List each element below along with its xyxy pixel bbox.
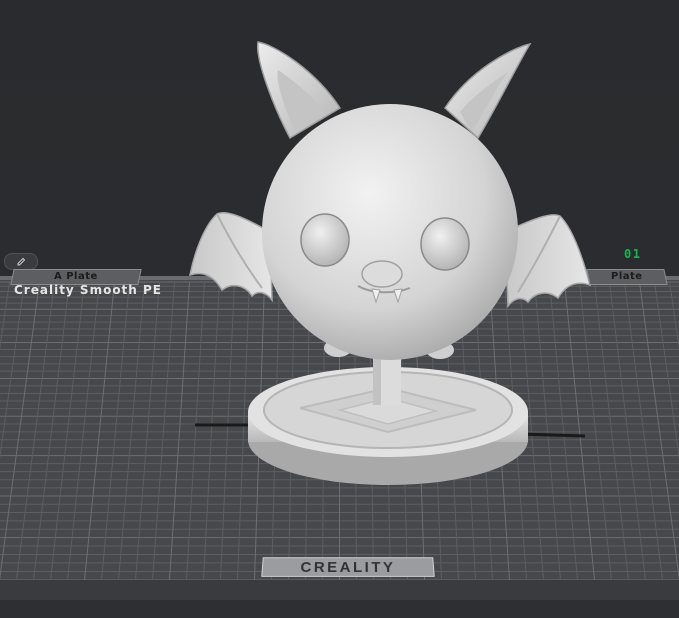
3d-viewport[interactable]: A Plate Plate Creality Smooth PE 01 CREA… [0,0,679,618]
plate-tab-left-label: A Plate [54,271,98,282]
shadow-right [519,432,586,438]
edit-plate-button[interactable] [4,253,38,270]
build-scene[interactable] [0,0,679,618]
plate-front-edge [0,580,679,600]
bed-brand-plaque: CREALITY [261,557,435,577]
plate-number[interactable]: 01 [624,247,641,261]
bat-nose [361,260,403,288]
pencil-icon [17,257,26,265]
bat-head[interactable] [262,104,518,360]
brand-logo-text: CREALITY [300,558,396,576]
bat-eye-right [420,217,470,271]
plate-filament-label: Creality Smooth PE [14,283,163,297]
plate-tab-right[interactable]: Plate [586,269,668,285]
plate-tab-right-label: Plate [611,271,643,282]
bat-eye-left [300,213,350,267]
